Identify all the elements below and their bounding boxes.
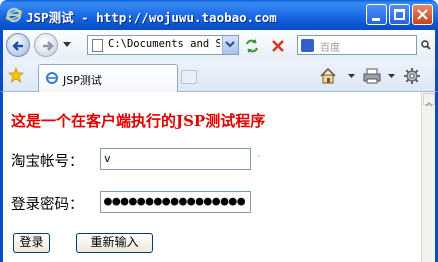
print-icon[interactable] [363,68,381,84]
back-button[interactable] [6,33,30,57]
tools-gear-icon[interactable] [403,67,421,85]
forward-arrow-icon [43,41,54,51]
password-label: 登录密码： [11,197,84,213]
address-bar[interactable]: C:\Documents and S [87,35,239,55]
address-input[interactable]: C:\Documents and S [108,38,220,50]
home-dropdown-icon[interactable] [348,74,355,78]
navigation-bar: C:\Documents and S 百度 [0,30,438,60]
tab-label: JSP测试 [63,74,102,87]
search-input[interactable]: 百度 [320,39,340,54]
close-button[interactable] [412,4,433,25]
page-icon [92,39,103,52]
page-heading: 这是一个在客户端执行的JSP测试程序 [11,112,266,130]
maximize-icon [394,9,405,20]
search-box[interactable]: 百度 [297,35,417,55]
maximize-button[interactable] [389,4,410,25]
history-dropdown-icon[interactable] [63,42,71,47]
page-content: 这是一个在客户端执行的JSP测试程序 淘宝帐号： v 登录密码： ●●●●●●●… [3,92,421,262]
window-title: JSP测试 - http://wojuwu.taobao.com [26,10,277,25]
username-label: 淘宝帐号： [11,154,84,170]
minimize-icon [372,18,380,21]
ie-page-icon [46,72,58,84]
address-dropdown-button[interactable] [222,36,238,54]
divider [258,156,259,157]
favorites-star-icon[interactable] [8,67,24,83]
login-button[interactable]: 登录 [13,233,50,253]
close-icon [417,9,428,20]
home-icon[interactable] [319,67,337,85]
reset-button[interactable]: 重新输入 [76,233,153,253]
ie-logo-icon [6,7,22,23]
scroll-up-button[interactable] [423,93,435,107]
chevron-up-icon [425,101,433,107]
tab-jsp-test[interactable]: JSP测试 [38,64,178,92]
chevron-down-icon [225,41,235,48]
stop-icon[interactable] [269,37,287,55]
password-input[interactable]: ●●●●●●●●●●●●●●●●● [100,191,251,213]
username-input[interactable]: v [100,148,251,170]
baidu-logo-icon [301,39,314,52]
refresh-icon[interactable] [243,37,261,55]
minimize-button[interactable] [366,4,387,25]
new-tab-button[interactable] [181,70,197,84]
title-bar: JSP测试 - http://wojuwu.taobao.com [0,0,438,30]
print-dropdown-icon[interactable] [388,74,395,78]
vertical-scrollbar[interactable] [421,92,435,262]
search-go-icon[interactable] [421,40,431,50]
tab-bar: JSP测试 [0,60,438,92]
back-arrow-icon [12,41,23,51]
forward-button[interactable] [34,33,58,57]
